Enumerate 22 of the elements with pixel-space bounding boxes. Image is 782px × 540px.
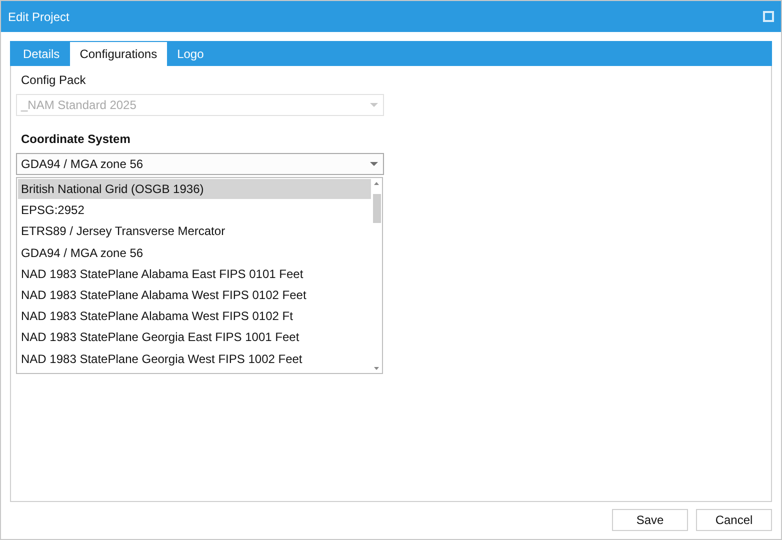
coordinate-system-dropdown[interactable]: GDA94 / MGA zone 56 [16,153,384,175]
scroll-up-icon[interactable] [374,182,379,185]
scroll-thumb[interactable] [372,194,380,223]
list-option[interactable]: NAD 1983 StatePlane Georgia West FIPS 1002 Feet [18,348,371,368]
scroll-down-icon[interactable] [374,367,379,370]
dialog-button[interactable]: Save [612,509,688,531]
list-option[interactable]: EPSG:2952 [18,200,371,220]
list-option[interactable]: NAD 1983 StatePlane Alabama East FIPS 0101 Feet [18,264,371,284]
caret-icon [370,103,378,107]
window-title: Edit Project [8,10,70,24]
list-option[interactable]: NAD 1983 StatePlane Alabama West FIPS 0102 Feet [18,284,371,305]
list-option[interactable]: GDA94 / MGA zone 56 [18,242,371,263]
dialog-button[interactable]: Cancel [696,509,772,531]
caret-icon [370,162,378,166]
list-option[interactable]: ETRS89 / Jersey Transverse Mercator [18,221,371,242]
tab[interactable]: Configurations [70,42,168,66]
maximize-icon[interactable] [763,11,774,22]
field-label: Config Pack [20,73,87,89]
field-label: Coordinate System [20,132,132,148]
list-option[interactable]: NAD 1983 StatePlane Georgia East FIPS 1001 Feet [18,327,371,348]
list-option[interactable]: British National Grid (OSGB 1936) [18,179,371,199]
list-option[interactable]: NAD 1983 StatePlane Alabama West FIPS 0102 Ft [18,306,371,326]
